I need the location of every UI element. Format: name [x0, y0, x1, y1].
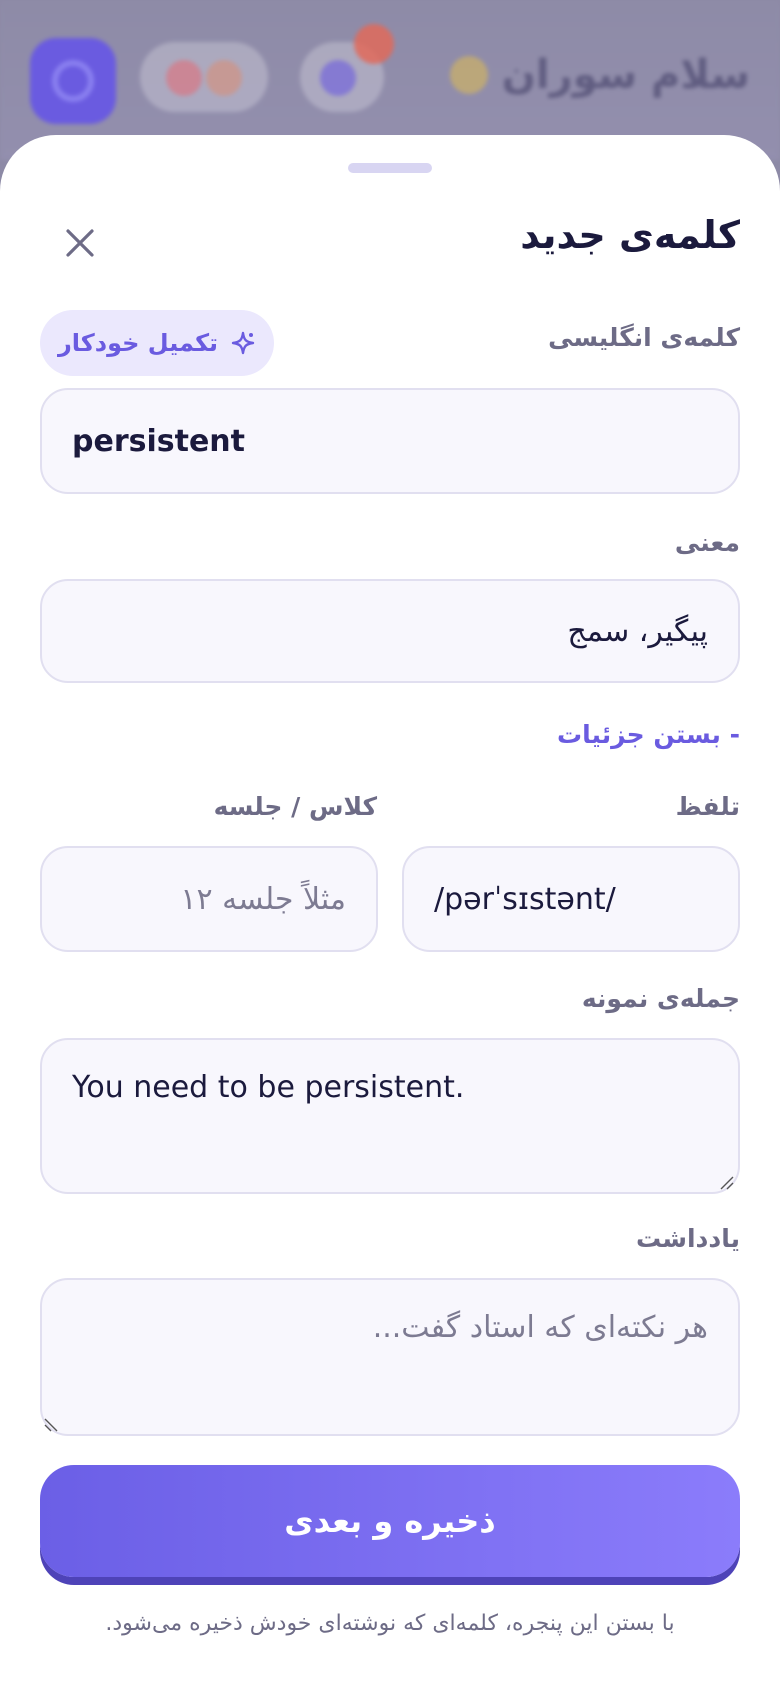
waving-hand-icon — [449, 56, 488, 94]
class-session-input[interactable]: مثلاً جلسه ۱۲ — [40, 846, 378, 952]
close-button[interactable] — [58, 221, 102, 265]
autosave-note: با بستن این پنجره، کلمه‌ای که نوشته‌ای خ… — [105, 1611, 675, 1636]
note-input[interactable]: هر نکته‌ای که استاد گفت... — [40, 1278, 740, 1436]
english-word-input[interactable]: persistent — [40, 388, 740, 494]
app-logo — [30, 38, 116, 124]
example-sentence-label: جمله‌ی نمونه — [581, 984, 740, 1013]
streak-pill — [140, 42, 268, 112]
class-session-label: کلاس / جلسه — [213, 792, 377, 821]
greeting-text: سلام سوران — [501, 52, 750, 98]
greeting: سلام سوران — [449, 52, 750, 98]
toggle-details-link[interactable]: - بستن جزئیات — [557, 720, 740, 749]
autofill-button[interactable]: تکمیل خودکار — [40, 310, 274, 376]
example-sentence-text: You need to be persistent. — [72, 1070, 465, 1105]
notification-badge — [354, 24, 394, 64]
sparkle-icon — [231, 331, 255, 355]
autofill-label: تکمیل خودکار — [57, 329, 219, 357]
save-and-next-label: ذخیره و بعدی — [284, 1502, 496, 1540]
note-placeholder: هر نکته‌ای که استاد گفت... — [372, 1310, 708, 1345]
resize-grip-icon[interactable] — [44, 1416, 60, 1432]
close-icon — [66, 229, 94, 257]
pronunciation-label: تلفظ — [675, 792, 740, 821]
meaning-input[interactable]: پیگیر، سمج — [40, 579, 740, 683]
sheet-title: کلمه‌ی جدید — [520, 213, 740, 257]
sheet-drag-handle[interactable] — [348, 163, 432, 173]
example-sentence-input[interactable]: You need to be persistent. — [40, 1038, 740, 1194]
note-label: یادداشت — [635, 1224, 740, 1253]
english-word-label: کلمه‌ی انگلیسی — [548, 323, 740, 352]
meaning-label: معنی — [674, 528, 740, 557]
save-and-next-button[interactable]: ذخیره و بعدی — [40, 1465, 740, 1577]
new-word-sheet: کلمه‌ی جدید کلمه‌ی انگلیسی تکمیل خودکار … — [0, 135, 780, 1688]
resize-grip-icon[interactable] — [718, 1174, 734, 1190]
pronunciation-input[interactable]: /pərˈsɪstənt/ — [402, 846, 740, 952]
